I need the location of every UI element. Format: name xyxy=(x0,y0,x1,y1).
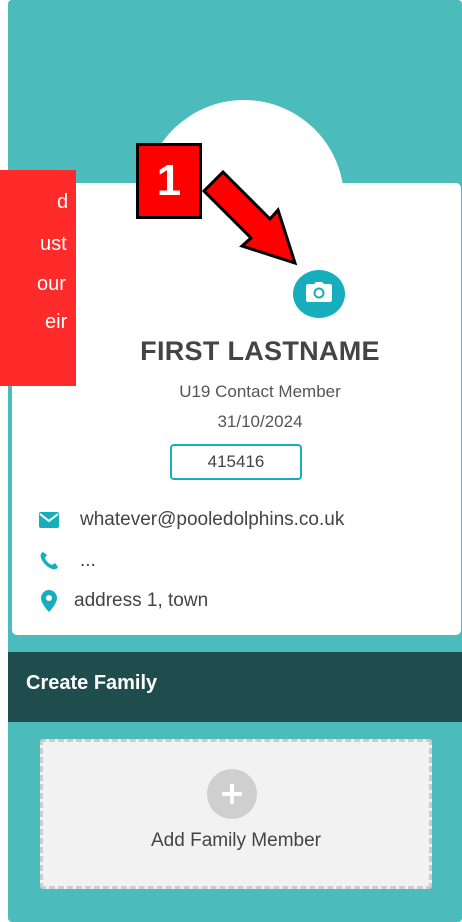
annotation-arrow-icon xyxy=(201,169,298,266)
